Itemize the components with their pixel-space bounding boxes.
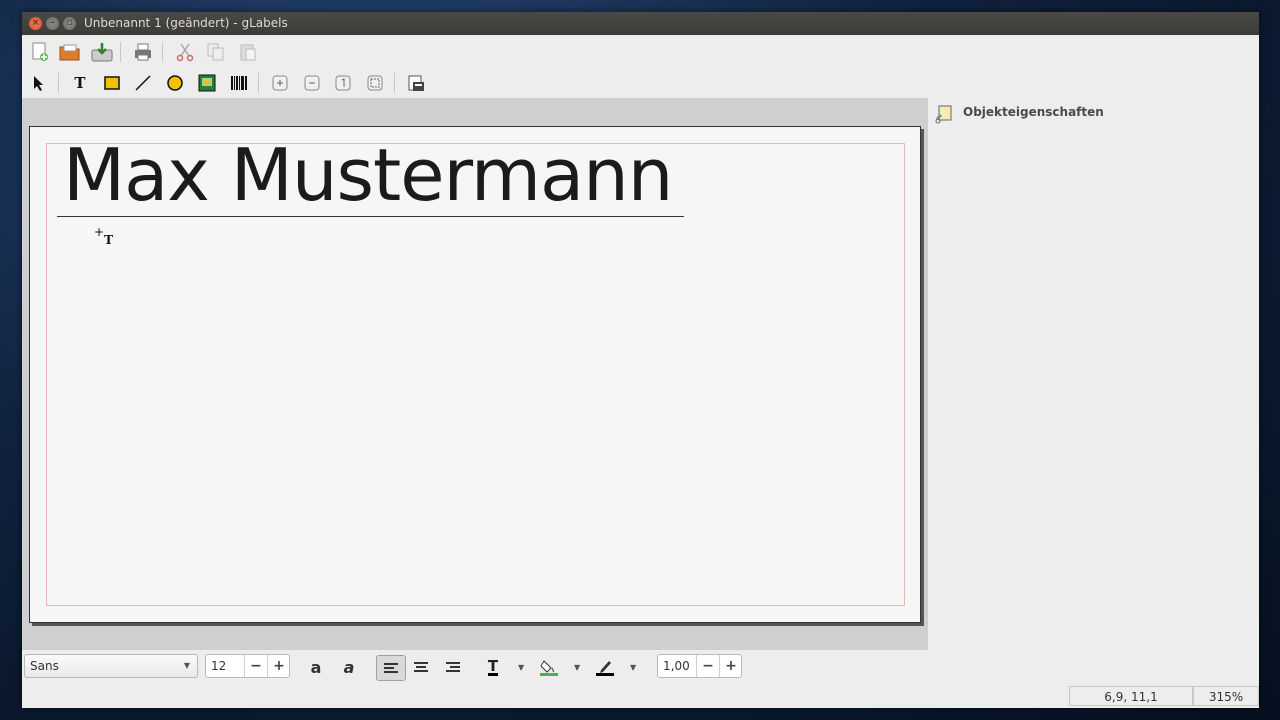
drawing-toolbar: T (22, 67, 1259, 98)
toolbar-separator (58, 73, 59, 93)
paste-icon (240, 44, 256, 61)
fill-color-button[interactable] (537, 656, 561, 678)
image-tool-icon (198, 74, 216, 92)
barcode-tool-button[interactable] (227, 71, 251, 95)
chevron-down-icon[interactable]: ▼ (574, 663, 580, 672)
cut-button[interactable] (173, 40, 197, 64)
ellipse-tool-icon (167, 75, 183, 91)
italic-button[interactable]: a (337, 656, 361, 678)
new-document-button[interactable] (28, 40, 52, 64)
text-color-icon: T (487, 656, 499, 676)
object-properties-panel: Objekteigenschaften (932, 98, 1259, 678)
zoom-1to1-button[interactable] (331, 71, 355, 95)
toolbar-separator (162, 42, 163, 62)
toolbar-separator (258, 73, 259, 93)
font-size-decrease-button[interactable]: − (244, 655, 267, 677)
chevron-down-icon[interactable]: ▼ (630, 663, 636, 672)
text-baseline (57, 216, 684, 217)
line-tool-icon (135, 75, 151, 91)
label-text-object[interactable]: Max Mustermann (63, 133, 673, 217)
align-right-button[interactable] (441, 656, 465, 678)
pen-icon (596, 661, 614, 676)
zoom-fit-icon (367, 75, 383, 91)
align-center-button[interactable] (409, 656, 433, 678)
text-tool-button[interactable]: T (68, 71, 92, 95)
line-spacing-value: 1,00 (663, 659, 690, 673)
main-toolbar (22, 36, 1259, 67)
font-family-select[interactable]: Sans ▼ (24, 654, 198, 678)
merge-properties-button[interactable] (404, 71, 428, 95)
zoom-out-button[interactable] (300, 71, 324, 95)
select-tool-button[interactable] (26, 71, 50, 95)
label-canvas-area[interactable]: Max Mustermann +T (22, 98, 928, 650)
zoom-fit-button[interactable] (363, 71, 387, 95)
font-size-spinner[interactable]: 12 − + (205, 654, 290, 678)
maximize-window-button[interactable]: ▫ (63, 17, 76, 30)
bold-button[interactable]: a (304, 656, 328, 678)
zoom-level: 315% (1193, 686, 1259, 706)
align-right-icon (446, 662, 460, 672)
toolbar-separator (394, 73, 395, 93)
fill-bucket-icon (540, 660, 558, 676)
toolbar-separator (120, 42, 121, 62)
italic-icon: a (343, 657, 355, 677)
cursor-position: 6,9, 11,1 (1069, 686, 1193, 706)
line-color-button[interactable] (593, 656, 617, 678)
box-tool-button[interactable] (100, 71, 124, 95)
line-spacing-decrease-button[interactable]: − (696, 655, 719, 677)
font-size-value: 12 (211, 659, 227, 673)
zoom-out-icon (304, 75, 320, 91)
open-button[interactable] (58, 40, 82, 64)
line-tool-button[interactable] (131, 71, 155, 95)
chevron-down-icon[interactable]: ▼ (518, 663, 524, 672)
print-button[interactable] (131, 40, 155, 64)
align-left-button[interactable] (376, 655, 406, 681)
paste-button[interactable] (236, 40, 260, 64)
line-spacing-increase-button[interactable]: + (719, 655, 742, 677)
close-window-button[interactable]: × (29, 17, 42, 30)
image-tool-button[interactable] (195, 71, 219, 95)
open-folder-icon (59, 44, 80, 61)
save-button[interactable] (90, 40, 114, 64)
print-icon (135, 43, 151, 61)
align-center-icon (414, 662, 428, 672)
chevron-down-icon: ▼ (183, 661, 190, 670)
text-color-button[interactable]: T (481, 656, 505, 678)
format-toolbar: Sans ▼ 12 − + a a T ▼ ▼ ▼ 1,00 − + (22, 650, 1259, 684)
font-size-increase-button[interactable]: + (267, 655, 290, 677)
app-window: × – ▫ Unbenannt 1 (geändert) - gLabels T… (22, 12, 1259, 708)
merge-properties-icon (408, 75, 424, 91)
status-bar: 6,9, 11,1 315% (22, 684, 1259, 708)
new-document-icon (32, 42, 48, 61)
minimize-window-button[interactable]: – (46, 17, 59, 30)
barcode-tool-icon (231, 76, 247, 90)
window-title: Unbenannt 1 (geändert) - gLabels (84, 16, 288, 30)
box-tool-icon (104, 76, 120, 90)
properties-title: Objekteigenschaften (963, 105, 1104, 119)
align-left-icon (384, 663, 398, 673)
line-spacing-spinner[interactable]: 1,00 − + (657, 654, 742, 678)
title-bar: × – ▫ Unbenannt 1 (geändert) - gLabels (22, 12, 1259, 35)
text-tool-icon: T (74, 74, 86, 92)
label-page[interactable]: Max Mustermann +T (29, 126, 921, 623)
zoom-1to1-icon (335, 75, 351, 91)
font-family-value: Sans (30, 659, 59, 673)
bold-icon: a (310, 657, 322, 677)
zoom-in-button[interactable] (268, 71, 292, 95)
select-arrow-icon (34, 76, 43, 91)
zoom-in-icon (272, 75, 288, 91)
copy-button[interactable] (204, 40, 228, 64)
copy-icon (207, 43, 224, 61)
properties-icon (935, 105, 952, 124)
ellipse-tool-button[interactable] (163, 71, 187, 95)
save-icon (91, 43, 113, 62)
cut-icon (176, 43, 194, 62)
text-cursor-icon: +T (94, 225, 113, 247)
